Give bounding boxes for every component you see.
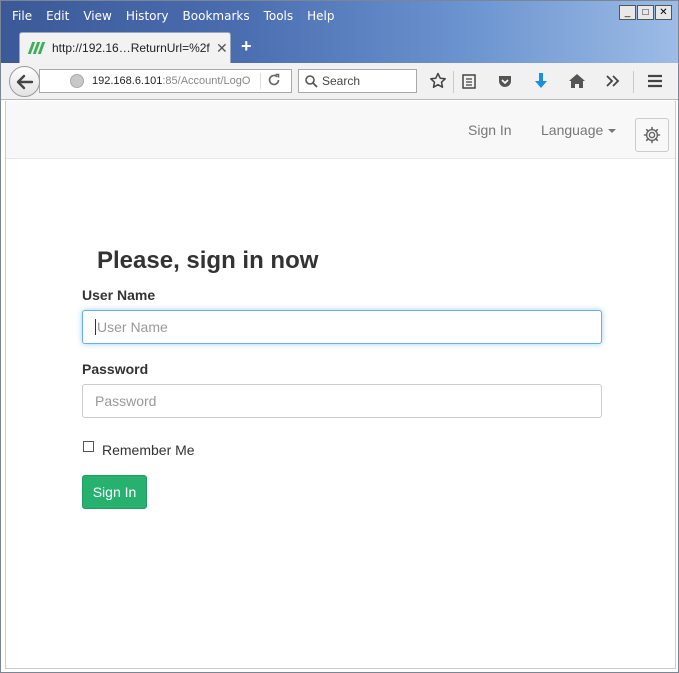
menu-help[interactable]: Help — [300, 7, 341, 25]
overflow-chevron-icon[interactable] — [602, 70, 624, 92]
minimize-button[interactable]: _ — [619, 5, 636, 20]
menu-view[interactable]: View — [76, 7, 118, 25]
site-favicon-icon — [27, 42, 46, 54]
password-input[interactable]: Password — [82, 384, 602, 418]
search-icon — [305, 74, 318, 88]
username-placeholder: User Name — [97, 319, 168, 335]
search-placeholder: Search — [322, 74, 361, 88]
window-controls: _ □ ✕ — [619, 5, 672, 20]
title-bar: File Edit View History Bookmarks Tools H… — [1, 1, 678, 63]
menu-tools[interactable]: Tools — [257, 7, 301, 25]
tab-close-icon[interactable]: ✕ — [216, 40, 228, 57]
site-navbar: Sign In Language — [6, 101, 675, 159]
sign-in-button[interactable]: Sign In — [82, 475, 147, 509]
reading-list-icon[interactable] — [458, 70, 480, 92]
url-host: 192.168.6.101 — [92, 75, 163, 87]
password-placeholder: Password — [95, 393, 157, 409]
menu-bookmarks[interactable]: Bookmarks — [176, 7, 257, 25]
remember-me-label: Remember Me — [102, 442, 195, 458]
globe-icon — [70, 74, 84, 88]
maximize-button[interactable]: □ — [637, 5, 654, 20]
menu-edit[interactable]: Edit — [39, 7, 76, 25]
browser-tab[interactable]: http://192.16…ReturnUrl=%2f ✕ — [19, 32, 231, 63]
url-path: :85/Account/LogO — [162, 75, 251, 87]
tab-title: http://192.16…ReturnUrl=%2f — [52, 41, 210, 55]
username-label: User Name — [82, 287, 156, 303]
home-icon[interactable] — [566, 70, 588, 92]
username-input[interactable]: User Name — [82, 310, 602, 344]
menu-history[interactable]: History — [119, 7, 176, 25]
language-label: Language — [541, 122, 604, 138]
caret-down-icon — [608, 129, 617, 134]
page-title: Please, sign in now — [97, 247, 319, 274]
toolbar-separator — [633, 71, 634, 93]
pocket-icon[interactable] — [494, 70, 516, 92]
settings-button[interactable] — [635, 118, 669, 152]
menu-file[interactable]: File — [5, 7, 39, 25]
nav-sign-in-link[interactable]: Sign In — [468, 122, 512, 138]
close-window-button[interactable]: ✕ — [655, 5, 672, 20]
new-tab-button[interactable]: + — [241, 36, 252, 57]
bookmark-star-icon[interactable] — [427, 70, 449, 92]
url-divider — [260, 73, 261, 89]
gear-icon — [643, 126, 661, 144]
url-bar[interactable]: 192.168.6.101 :85/Account/LogO — [39, 69, 292, 93]
search-bar[interactable]: Search — [298, 69, 417, 93]
web-page: Sign In Language Please, sign in now Use… — [5, 101, 676, 669]
reload-icon[interactable] — [267, 73, 281, 90]
navigation-toolbar: 192.168.6.101 :85/Account/LogO Search — [1, 63, 678, 100]
back-arrow-icon — [16, 74, 33, 89]
menu-bar: File Edit View History Bookmarks Tools H… — [5, 7, 342, 25]
back-button[interactable] — [9, 66, 40, 97]
toolbar-separator — [453, 71, 454, 93]
browser-window: File Edit View History Bookmarks Tools H… — [0, 0, 679, 673]
download-icon[interactable] — [530, 70, 552, 92]
text-cursor — [95, 319, 96, 335]
password-label: Password — [82, 361, 149, 377]
language-dropdown[interactable]: Language — [541, 122, 617, 138]
hamburger-menu-icon[interactable] — [644, 70, 666, 92]
remember-me-checkbox[interactable] — [83, 441, 94, 452]
